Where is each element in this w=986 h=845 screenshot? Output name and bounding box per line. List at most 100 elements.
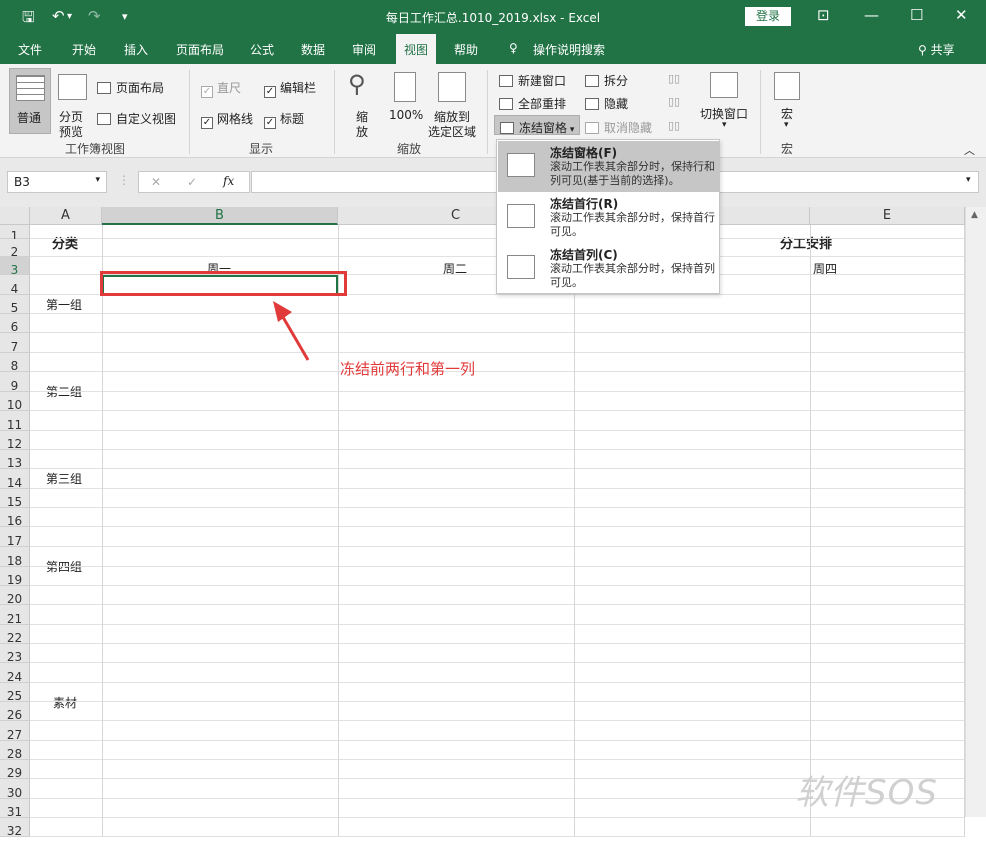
row-header-29[interactable]: 29 bbox=[0, 760, 30, 780]
row-header-13[interactable]: 13 bbox=[0, 450, 30, 470]
row-header-2[interactable]: 2 bbox=[0, 239, 30, 259]
row-header-15[interactable]: 15 bbox=[0, 489, 30, 509]
row-header-4[interactable]: 4 bbox=[0, 275, 30, 296]
share-button[interactable]: ⚲ 共享 bbox=[918, 41, 955, 58]
cell-group3[interactable]: 第三组 bbox=[46, 470, 82, 487]
menu-item-freeze-top-row[interactable]: 冻结首行(R) 滚动工作表其余部分时，保持首行可见。 bbox=[498, 192, 719, 243]
row-header-25[interactable]: 25 bbox=[0, 683, 30, 703]
worksheet-grid[interactable]: A B C D E 分类 分工安排 周一 周二 周四 第一组 第二组 第三组 第… bbox=[0, 207, 986, 838]
cell-material[interactable]: 素材 bbox=[53, 694, 77, 711]
new-window-button[interactable]: 新建窗口 bbox=[499, 72, 566, 89]
row-header-28[interactable]: 28 bbox=[0, 741, 30, 761]
tab-view[interactable]: 视图 bbox=[396, 34, 437, 64]
row-header-16[interactable]: 16 bbox=[0, 508, 30, 528]
row-header-17[interactable]: 17 bbox=[0, 527, 30, 548]
page-layout-button[interactable]: 页面布局 bbox=[97, 79, 164, 96]
gridline bbox=[30, 585, 965, 586]
cancel-icon[interactable]: ✕ bbox=[151, 175, 161, 189]
tab-file[interactable]: 文件 bbox=[18, 41, 42, 58]
zoom-button[interactable]: ⚲ 缩 放 bbox=[344, 68, 382, 139]
tab-home[interactable]: 开始 bbox=[72, 41, 96, 58]
menu-item-title: 冻结首行(R) bbox=[550, 197, 619, 211]
row-header-19[interactable]: 19 bbox=[0, 567, 30, 587]
row-header-5[interactable]: 5 bbox=[0, 295, 30, 315]
row-header-30[interactable]: 30 bbox=[0, 779, 30, 800]
normal-view-label: 普通 bbox=[17, 111, 42, 125]
ruler-checkbox[interactable]: ✓ 直尺 bbox=[201, 79, 241, 98]
menu-item-freeze-first-column[interactable]: 冻结首列(C) 滚动工作表其余部分时，保持首列可见。 bbox=[498, 243, 719, 294]
row-header-31[interactable]: 31 bbox=[0, 799, 30, 819]
unhide-button[interactable]: 取消隐藏 bbox=[585, 119, 652, 136]
row-header-1[interactable]: 1 bbox=[0, 225, 30, 243]
scroll-up-icon[interactable]: ▲ bbox=[971, 210, 978, 220]
ribbon-display-icon[interactable]: ⊡ bbox=[817, 6, 830, 24]
tell-me-search[interactable]: 操作说明搜索 bbox=[533, 41, 605, 58]
split-button[interactable]: 拆分 bbox=[585, 72, 628, 89]
tab-formulas[interactable]: 公式 bbox=[250, 41, 274, 58]
login-button[interactable]: 登录 bbox=[745, 7, 791, 26]
col-header-e[interactable]: E bbox=[810, 207, 965, 225]
row-header-7[interactable]: 7 bbox=[0, 333, 30, 354]
group-label-workbook-views: 工作簿视图 bbox=[65, 142, 126, 156]
macros-button[interactable]: 宏 ▾ bbox=[770, 68, 806, 138]
close-icon[interactable]: ✕ bbox=[955, 6, 968, 24]
col-header-b[interactable]: B bbox=[102, 207, 338, 225]
row-header-21[interactable]: 21 bbox=[0, 605, 30, 626]
expand-formula-icon[interactable]: ▾ bbox=[966, 175, 971, 185]
gridline bbox=[30, 836, 965, 837]
gridline bbox=[30, 624, 965, 625]
watermark: 软件SOS bbox=[795, 773, 938, 813]
row-header-26[interactable]: 26 bbox=[0, 702, 30, 722]
select-all-corner[interactable] bbox=[0, 207, 30, 225]
row-header-10[interactable]: 10 bbox=[0, 392, 30, 412]
custom-views-button[interactable]: 自定义视图 bbox=[97, 110, 176, 127]
headings-label: 标题 bbox=[280, 112, 305, 126]
sync-scroll-icon[interactable]: ▯▯ bbox=[668, 95, 680, 108]
tab-data[interactable]: 数据 bbox=[301, 41, 325, 58]
name-box[interactable]: B3 ▾ bbox=[7, 171, 107, 193]
row-header-24[interactable]: 24 bbox=[0, 663, 30, 684]
normal-view-button[interactable]: 普通 bbox=[9, 68, 51, 134]
minimize-icon[interactable]: — bbox=[864, 6, 879, 24]
zoom-100-button[interactable]: 100% bbox=[388, 68, 424, 138]
gridlines-checkbox[interactable]: ✓ 网格线 bbox=[201, 110, 253, 129]
tab-help[interactable]: 帮助 bbox=[454, 41, 478, 58]
cell-group1[interactable]: 第一组 bbox=[46, 296, 82, 313]
cell-a1[interactable]: 分类 bbox=[52, 233, 78, 252]
view-side-by-side-icon[interactable]: ▯▯ bbox=[668, 72, 680, 85]
row-header-27[interactable]: 27 bbox=[0, 721, 30, 742]
freeze-panes-button[interactable]: 冻结窗格 ▾ bbox=[494, 115, 581, 135]
formula-bar-checkbox[interactable]: ✓ 编辑栏 bbox=[264, 79, 316, 98]
headings-checkbox[interactable]: ✓ 标题 bbox=[264, 110, 304, 129]
collapse-ribbon-icon[interactable]: ︿ bbox=[964, 142, 975, 158]
row-header-18[interactable]: 18 bbox=[0, 547, 30, 568]
row-header-3[interactable]: 3 bbox=[0, 257, 30, 277]
tab-review[interactable]: 审阅 bbox=[352, 41, 376, 58]
row-header-11[interactable]: 11 bbox=[0, 411, 30, 432]
vertical-scrollbar[interactable]: ▲ bbox=[965, 207, 986, 817]
switch-windows-button[interactable]: 切换窗口 ▾ bbox=[698, 68, 752, 138]
insert-function-icon[interactable]: fx bbox=[223, 174, 234, 188]
reset-position-icon[interactable]: ▯▯ bbox=[668, 119, 680, 132]
row-header-14[interactable]: 14 bbox=[0, 469, 30, 490]
row-header-9[interactable]: 9 bbox=[0, 372, 30, 393]
page-break-preview-button[interactable]: 分页 预览 bbox=[56, 68, 90, 139]
maximize-icon[interactable]: ☐ bbox=[910, 6, 923, 24]
enter-icon[interactable]: ✓ bbox=[187, 175, 197, 189]
zoom-to-selection-button[interactable]: 缩放到 选定区域 bbox=[428, 68, 478, 139]
row-header-6[interactable]: 6 bbox=[0, 314, 30, 334]
cell-header-title[interactable]: 分工安排 bbox=[780, 233, 832, 252]
row-header-20[interactable]: 20 bbox=[0, 586, 30, 606]
hide-button[interactable]: 隐藏 bbox=[585, 95, 628, 112]
row-header-23[interactable]: 23 bbox=[0, 644, 30, 664]
tab-page-layout[interactable]: 页面布局 bbox=[176, 41, 224, 58]
col-header-a[interactable]: A bbox=[30, 207, 102, 225]
arrange-all-button[interactable]: 全部重排 bbox=[499, 95, 566, 112]
more-dots-icon: ⋮ bbox=[118, 173, 130, 187]
row-header-12[interactable]: 12 bbox=[0, 431, 30, 451]
row-header-8[interactable]: 8 bbox=[0, 353, 30, 373]
tab-insert[interactable]: 插入 bbox=[124, 41, 148, 58]
row-header-22[interactable]: 22 bbox=[0, 625, 30, 645]
row-header-32[interactable]: 32 bbox=[0, 818, 30, 838]
menu-item-freeze-panes[interactable]: 冻结窗格(F) 滚动工作表其余部分时，保持行和列可见(基于当前的选择)。 bbox=[498, 141, 719, 192]
